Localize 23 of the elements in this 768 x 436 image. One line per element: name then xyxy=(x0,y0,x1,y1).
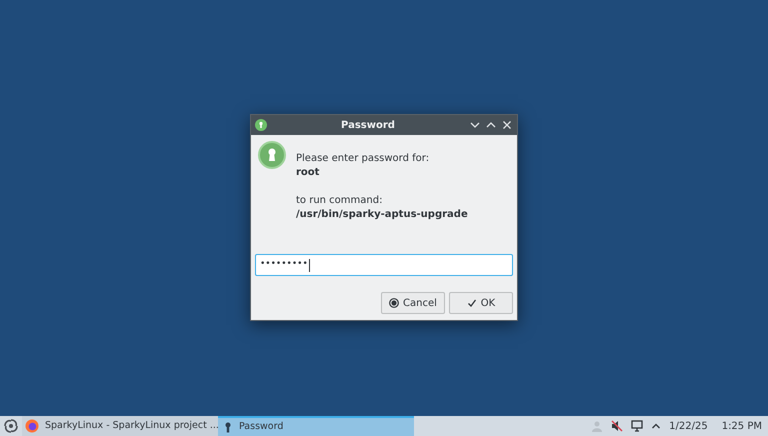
monitor-icon[interactable] xyxy=(631,420,644,432)
app-menu-icon[interactable] xyxy=(3,418,19,434)
close-icon[interactable] xyxy=(501,119,513,131)
check-icon xyxy=(466,298,477,308)
browser-icon xyxy=(25,419,39,433)
cancel-button[interactable]: Cancel xyxy=(381,292,445,314)
chevron-up-icon[interactable] xyxy=(651,421,662,431)
keyhole-icon xyxy=(258,141,286,169)
prompt-text: Please enter password for: xyxy=(296,152,430,166)
clock-date[interactable]: 1/22/25 xyxy=(669,418,708,434)
command-path: /usr/bin/sparky-aptus-upgrade xyxy=(296,208,468,222)
password-field[interactable]: ••••••••• xyxy=(255,254,513,276)
user-name: root xyxy=(296,166,320,180)
ok-button[interactable]: OK xyxy=(449,292,513,314)
taskbar-task[interactable]: Password xyxy=(218,416,414,436)
cancel-icon xyxy=(389,298,400,308)
taskbar-task[interactable]: SparkyLinux - SparkyLinux project ... xyxy=(22,416,218,436)
keyhole-icon xyxy=(225,422,231,432)
clock-time[interactable]: 1:25 PM xyxy=(722,418,762,434)
command-label: to run command: xyxy=(296,194,384,208)
muted-speaker-icon[interactable] xyxy=(611,420,624,432)
keyhole-icon xyxy=(255,119,267,131)
window-title: Password xyxy=(340,118,396,132)
